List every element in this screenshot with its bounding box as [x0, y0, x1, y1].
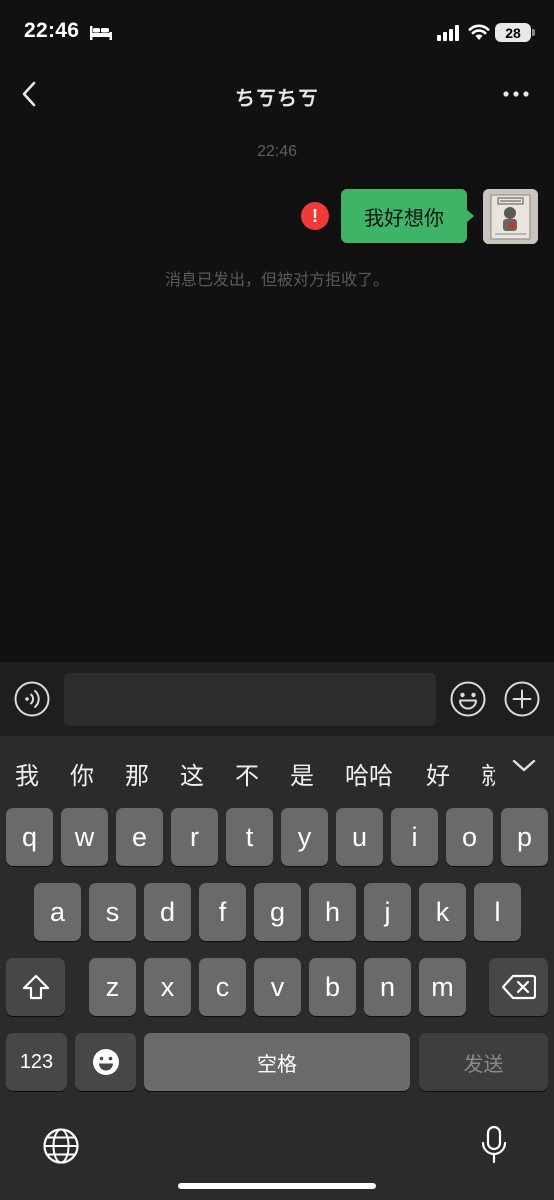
- shift-icon: [22, 974, 49, 1000]
- key-j[interactable]: j: [364, 883, 411, 941]
- chat-title: ちㄎちㄎ: [235, 86, 319, 110]
- backspace-icon: [501, 974, 536, 1000]
- key-h[interactable]: h: [309, 883, 356, 941]
- candidate-word[interactable]: 这: [180, 756, 204, 791]
- key-r[interactable]: r: [171, 808, 218, 866]
- more-button[interactable]: [500, 82, 532, 106]
- key-a[interactable]: a: [34, 883, 81, 941]
- candidate-word[interactable]: 就: [481, 756, 495, 791]
- home-indicator: [178, 1183, 376, 1189]
- status-bar: 22:46 28: [0, 0, 554, 64]
- candidate-bar: 我 你 那 这 不 是 哈哈 好 就: [0, 736, 554, 806]
- emoji-button[interactable]: [450, 681, 486, 717]
- battery-tip: [532, 29, 535, 36]
- key-k[interactable]: k: [419, 883, 466, 941]
- status-time: 22:46: [24, 19, 80, 42]
- wifi-icon: [468, 24, 490, 40]
- emoji-key[interactable]: [75, 1033, 136, 1091]
- error-icon[interactable]: !: [301, 202, 329, 230]
- key-f[interactable]: f: [199, 883, 246, 941]
- key-w[interactable]: w: [61, 808, 108, 866]
- key-e[interactable]: e: [116, 808, 163, 866]
- candidate-word[interactable]: 不: [235, 756, 259, 791]
- candidate-word[interactable]: 好: [426, 756, 450, 791]
- candidate-word[interactable]: 哈哈: [345, 756, 393, 791]
- key-d[interactable]: d: [144, 883, 191, 941]
- microphone-icon[interactable]: [480, 1125, 508, 1165]
- voice-button[interactable]: [14, 681, 50, 717]
- key-c[interactable]: c: [199, 958, 246, 1016]
- numbers-key[interactable]: 123: [6, 1033, 67, 1091]
- voice-icon: [14, 681, 50, 717]
- signal-icon: [437, 25, 459, 41]
- space-key[interactable]: 空格: [144, 1033, 410, 1091]
- battery-level: 28: [505, 24, 521, 41]
- message-input[interactable]: [64, 673, 436, 726]
- avatar-image: [483, 189, 538, 244]
- candidate-list: 我 你 那 这 不 是 哈哈 好 就: [0, 736, 495, 806]
- candidate-word[interactable]: 你: [70, 756, 94, 791]
- key-m[interactable]: m: [419, 958, 466, 1016]
- key-u[interactable]: u: [336, 808, 383, 866]
- key-l[interactable]: l: [474, 883, 521, 941]
- emoji-icon: [450, 681, 486, 717]
- key-z[interactable]: z: [89, 958, 136, 1016]
- key-n[interactable]: n: [364, 958, 411, 1016]
- plus-button[interactable]: [504, 681, 540, 717]
- keyboard: 我 你 那 这 不 是 哈哈 好 就 q w e r t y u i o p a…: [0, 736, 554, 1200]
- send-key[interactable]: 发送: [419, 1033, 548, 1091]
- error-symbol: !: [312, 205, 318, 226]
- key-v[interactable]: v: [254, 958, 301, 1016]
- key-b[interactable]: b: [309, 958, 356, 1016]
- avatar[interactable]: [483, 189, 538, 244]
- candidate-word[interactable]: 那: [125, 756, 149, 791]
- key-i[interactable]: i: [391, 808, 438, 866]
- key-g[interactable]: g: [254, 883, 301, 941]
- candidate-expand-button[interactable]: [495, 736, 554, 806]
- chevron-down-icon: [512, 759, 536, 772]
- globe-icon[interactable]: [42, 1127, 80, 1165]
- message-bubble-outgoing[interactable]: 我好想你: [341, 189, 474, 243]
- key-p[interactable]: p: [501, 808, 548, 866]
- plus-icon: [504, 681, 540, 717]
- nav-bar: ちㄎちㄎ: [0, 64, 554, 124]
- candidate-word[interactable]: 是: [290, 756, 314, 791]
- message-text: 我好想你: [364, 205, 444, 230]
- shift-key[interactable]: [6, 958, 65, 1016]
- bed-icon: [90, 26, 112, 40]
- more-dots-icon: [503, 91, 529, 97]
- key-s[interactable]: s: [89, 883, 136, 941]
- key-q[interactable]: q: [6, 808, 53, 866]
- backspace-key[interactable]: [489, 958, 548, 1016]
- key-o[interactable]: o: [446, 808, 493, 866]
- candidate-word[interactable]: 我: [15, 756, 39, 791]
- key-y[interactable]: y: [281, 808, 328, 866]
- battery-icon: 28: [495, 23, 531, 42]
- key-t[interactable]: t: [226, 808, 273, 866]
- reject-notice: 消息已发出，但被对方拒收了。: [164, 270, 389, 289]
- input-bar: [0, 662, 554, 736]
- key-x[interactable]: x: [144, 958, 191, 1016]
- message-timestamp: 22:46: [256, 143, 298, 160]
- emoji-icon: [92, 1049, 119, 1075]
